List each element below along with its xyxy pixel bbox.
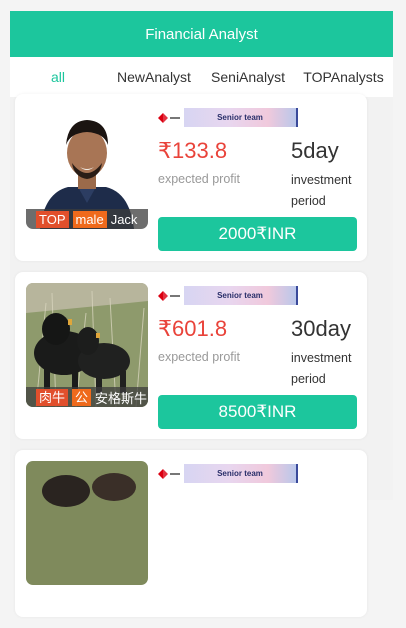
tag-chip: 肉牛 (36, 388, 69, 406)
tag-bar: TOP male Jack (26, 209, 148, 229)
banner-label: Senior team (217, 291, 263, 300)
tab-all[interactable]: all (10, 69, 106, 85)
senior-team-banner: Senior team (184, 108, 298, 127)
senior-team-banner: Senior team (184, 464, 298, 483)
banner-label: Senior team (217, 469, 263, 478)
tag-bar: 肉牛 公 安格斯牛 (26, 387, 148, 407)
bank-logo-icon (158, 290, 180, 301)
invest-button[interactable]: 2000₹INR (158, 217, 357, 251)
tab-bar: all NewAnalyst SeniAnalyst TOPAnalysts (10, 57, 393, 97)
team-row: Senior team (158, 464, 298, 483)
tag-chip: male (72, 210, 107, 228)
expected-profit-label: expected profit (158, 350, 240, 364)
tag-chip: 公 (72, 388, 92, 406)
page-title: Financial Analyst (145, 25, 258, 43)
expected-profit-value: ₹133.8 (158, 138, 228, 163)
banner-label: Senior team (217, 113, 263, 122)
analyst-name: Jack (110, 211, 138, 227)
expected-profit-label: expected profit (158, 172, 240, 186)
expected-profit-value: ₹601.8 (158, 316, 228, 341)
investment-period-label: investment period (291, 351, 352, 386)
analyst-card[interactable]: 肉牛 公 安格斯牛 Senior team ₹601.8 expected pr… (15, 272, 367, 439)
analyst-name: 安格斯牛 (95, 390, 148, 406)
analyst-card[interactable]: TOP male Jack Senior team ₹133.8 expecte… (15, 94, 367, 261)
tab-new-analyst[interactable]: NewAnalyst (106, 69, 202, 85)
bank-logo-icon (158, 468, 180, 479)
analyst-photo: TOP male Jack (26, 105, 148, 229)
bank-logo-icon (158, 112, 180, 123)
app-header: Financial Analyst (10, 11, 393, 57)
team-row: Senior team (158, 286, 298, 305)
analyst-card[interactable]: Senior team (15, 450, 367, 617)
invest-button[interactable]: 8500₹INR (158, 395, 357, 429)
tab-senior-analyst[interactable]: SeniAnalyst (202, 69, 294, 85)
tab-top-analysts[interactable]: TOPAnalysts (294, 69, 393, 85)
investment-period-label: investment period (291, 173, 352, 208)
team-row: Senior team (158, 108, 298, 127)
investment-period-value: 30day (291, 316, 351, 341)
investment-period-value: 5day (291, 138, 339, 163)
senior-team-banner: Senior team (184, 286, 298, 305)
analyst-photo: 肉牛 公 安格斯牛 (26, 283, 148, 407)
analyst-photo (26, 461, 148, 585)
analyst-list: TOP male Jack Senior team ₹133.8 expecte… (15, 94, 367, 628)
tag-chip: TOP (36, 210, 69, 228)
